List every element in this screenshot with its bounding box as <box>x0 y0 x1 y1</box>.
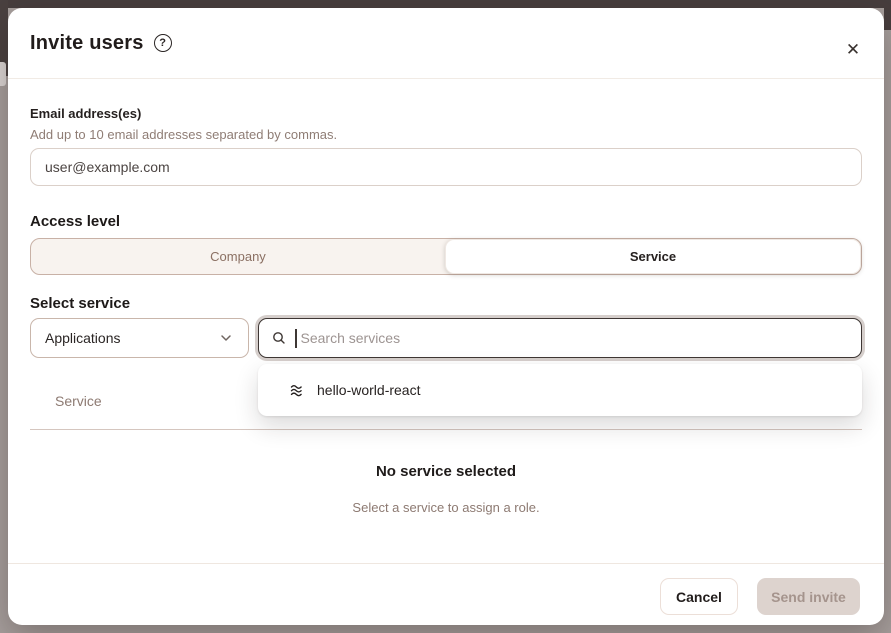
empty-state-title: No service selected <box>8 463 884 480</box>
cancel-button[interactable]: Cancel <box>660 578 738 615</box>
help-icon[interactable]: ? <box>154 34 172 52</box>
invite-users-modal: Invite users ? ✕ Email address(es) Add u… <box>8 8 884 625</box>
search-result-item[interactable]: hello-world-react <box>288 382 420 399</box>
chevron-down-icon <box>218 330 234 346</box>
empty-state-subtitle: Select a service to assign a role. <box>8 500 884 515</box>
segment-company[interactable]: Company <box>31 239 445 274</box>
service-type-select-value: Applications <box>45 330 121 346</box>
select-service-label: Select service <box>30 295 130 312</box>
search-placeholder: Search services <box>301 330 401 346</box>
search-icon <box>271 330 287 346</box>
access-level-segmented-control: Company Service <box>30 238 862 275</box>
email-field[interactable] <box>30 148 862 186</box>
close-icon[interactable]: ✕ <box>842 38 864 60</box>
search-result-label: hello-world-react <box>317 382 420 398</box>
access-level-label: Access level <box>30 213 120 230</box>
stack-icon <box>288 382 305 399</box>
background-page-fragment <box>0 62 6 86</box>
modal-header: Invite users ? ✕ <box>8 8 884 79</box>
footer-divider <box>8 563 884 564</box>
table-header-divider <box>30 429 862 430</box>
background-topbar <box>0 0 891 8</box>
background-page-right <box>884 0 891 30</box>
email-label: Email address(es) <box>30 106 141 121</box>
search-results-dropdown: hello-world-react <box>258 364 862 416</box>
search-services-input[interactable]: Search services <box>258 318 862 358</box>
email-helper-text: Add up to 10 email addresses separated b… <box>30 127 337 142</box>
send-invite-button[interactable]: Send invite <box>757 578 860 615</box>
service-column-header: Service <box>55 393 102 409</box>
segment-service[interactable]: Service <box>445 239 861 274</box>
service-type-select[interactable]: Applications <box>30 318 249 358</box>
modal-title: Invite users <box>30 32 144 55</box>
text-cursor <box>295 329 297 348</box>
